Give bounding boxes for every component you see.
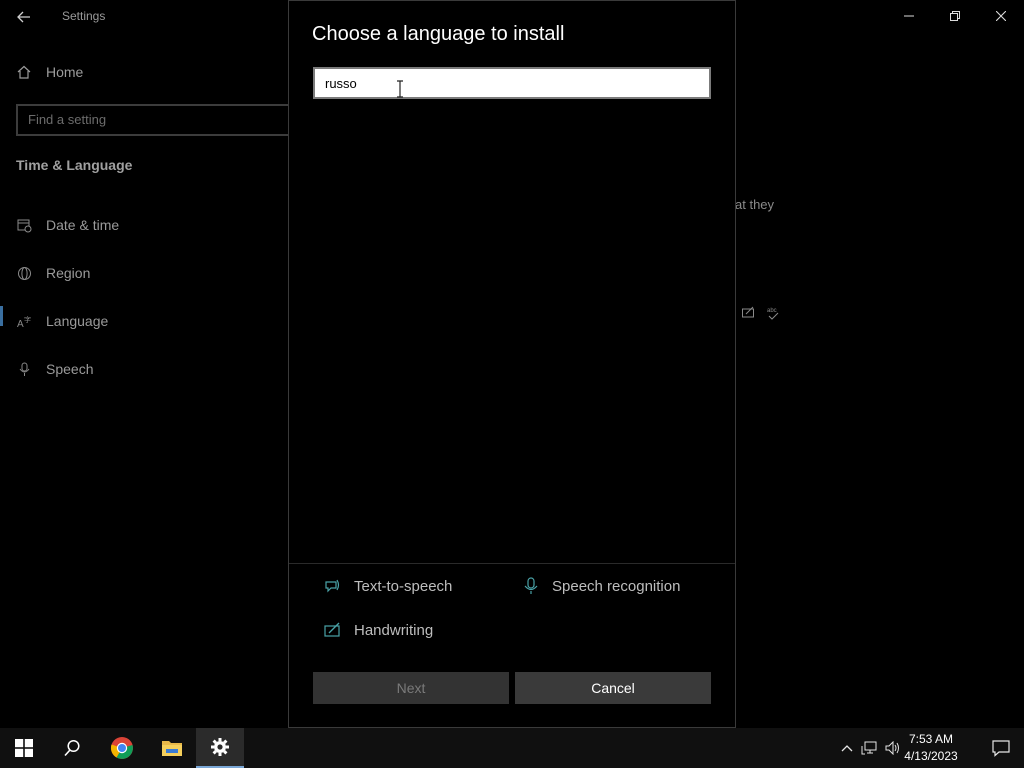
feature-handwriting: Handwriting [324,621,433,639]
show-hidden-icons-button[interactable] [838,744,856,752]
folder-icon [162,741,182,756]
taskbar-settings[interactable] [196,728,244,768]
handwriting-icon [324,621,342,639]
close-button[interactable] [978,0,1024,32]
cancel-button[interactable]: Cancel [515,672,711,704]
sidebar-item-region[interactable]: Region [16,265,90,281]
clock-date: 4/13/2023 [904,749,958,763]
sidebar-item-home[interactable]: Home [16,64,83,80]
sidebar-item-speech[interactable]: Speech [16,361,93,377]
feature-speech-recognition: Speech recognition [522,577,680,595]
chrome-icon [110,737,133,759]
background-feature-icons: abc [742,306,780,320]
handwriting-icon [742,306,754,318]
language-results-list[interactable] [289,119,735,563]
restore-button[interactable] [932,0,978,32]
choose-language-dialog: Choose a language to install Text-to-spe… [288,0,736,728]
feature-label: Speech recognition [552,577,681,595]
language-search-input[interactable] [313,67,711,99]
back-button[interactable] [12,6,36,28]
network-button[interactable] [856,741,882,755]
gear-icon [211,738,229,756]
sidebar-item-label: Language [46,313,109,329]
feature-label: Handwriting [354,621,434,639]
find-setting-placeholder: Find a setting [28,112,107,127]
system-tray [838,728,904,768]
feature-label: Text-to-speech [354,577,453,595]
notification-icon [992,740,1010,757]
windows-logo-icon [15,739,33,757]
selected-indicator [0,306,3,326]
restore-icon [950,11,960,21]
feature-text-to-speech: Text-to-speech [324,577,452,595]
close-icon [996,11,1006,21]
spell-check-icon: abc [767,308,779,320]
dialog-title: Choose a language to install [312,23,565,45]
language-icon: A字 [16,313,32,329]
sidebar-item-date-time[interactable]: Date & time [16,217,119,233]
taskbar: 7:53 AM 4/13/2023 [0,728,1024,768]
sidebar: Home Find a setting Time & Language Date… [0,32,316,728]
taskbar-chrome[interactable] [98,728,146,768]
sidebar-item-label: Speech [46,361,94,377]
sidebar-item-language[interactable]: A字 Language [16,313,109,329]
minimize-icon [904,15,914,17]
find-setting-input[interactable]: Find a setting [16,104,316,136]
sidebar-item-label: Region [46,265,91,281]
window-controls [886,0,1024,32]
window-title: Settings [62,9,106,23]
svg-text:字: 字 [24,315,31,324]
home-icon [17,65,31,79]
taskbar-file-explorer[interactable] [148,728,196,768]
section-title: Time & Language [16,157,133,173]
microphone-icon [522,577,540,595]
dialog-divider [289,563,735,564]
svg-text:abc: abc [767,308,777,314]
clock-time: 7:53 AM [908,732,954,746]
text-cursor-icon [397,80,403,98]
chevron-up-icon [841,745,853,752]
next-button[interactable]: Next [313,672,509,704]
calendar-clock-icon [16,217,32,233]
microphone-icon [16,361,32,377]
sidebar-item-label: Home [46,64,84,80]
search-icon [64,739,80,757]
sidebar-item-label: Date & time [46,217,120,233]
minimize-button[interactable] [886,0,932,32]
back-arrow-icon [17,11,30,23]
background-description-text: at they [735,197,775,212]
taskbar-clock[interactable]: 7:53 AM 4/13/2023 [896,731,966,765]
action-center-button[interactable] [978,728,1024,768]
globe-icon [16,265,32,281]
network-icon [861,741,877,755]
text-to-speech-icon [324,577,342,595]
taskbar-search-button[interactable] [48,728,96,768]
start-button[interactable] [0,728,48,768]
svg-text:A: A [17,319,24,329]
